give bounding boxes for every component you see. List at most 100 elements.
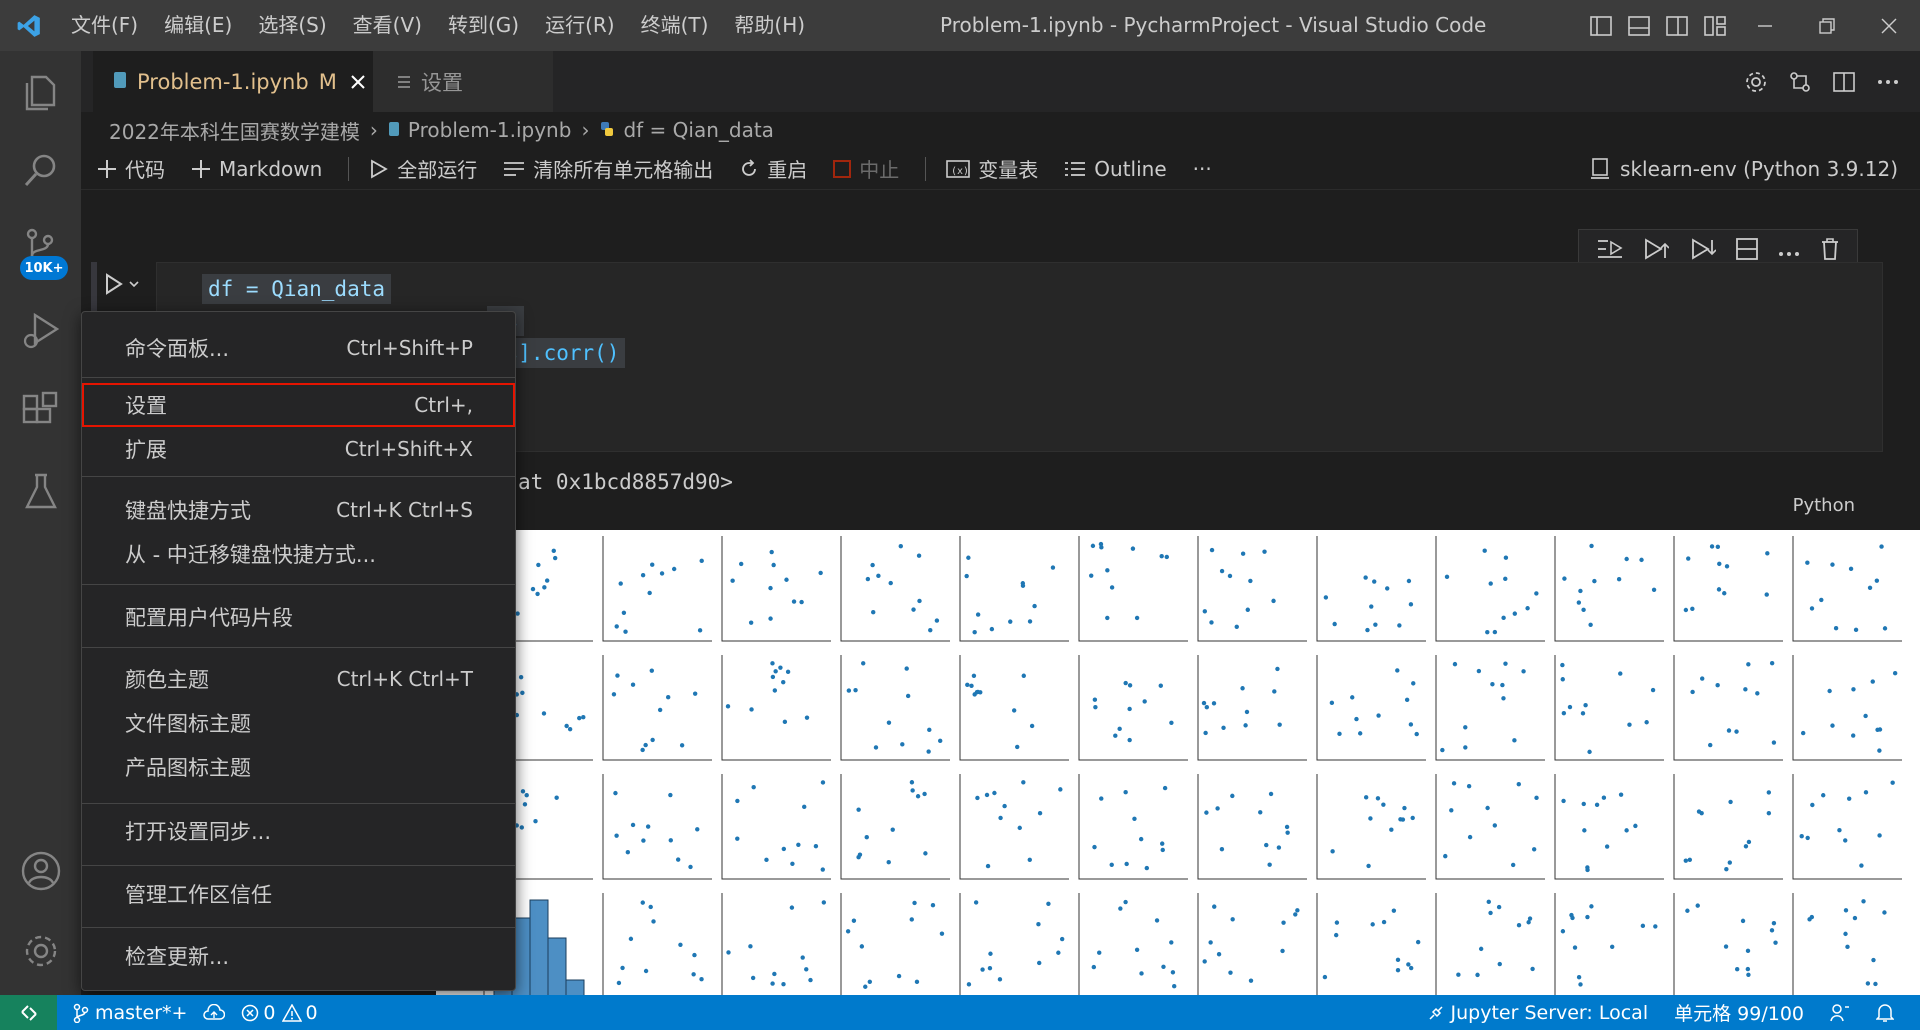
menu-item-command-palette[interactable]: 命令面板... Ctrl+Shift+P: [82, 326, 515, 370]
scatter-point: [1686, 556, 1691, 561]
search-icon[interactable]: [0, 136, 81, 206]
clear-outputs-button[interactable]: 清除所有单元格输出: [503, 154, 713, 183]
scatter-point: [772, 971, 777, 977]
close-window-icon[interactable]: [1858, 0, 1920, 51]
scatter-point: [1892, 671, 1898, 676]
add-markdown-cell-button[interactable]: Markdown: [191, 157, 322, 181]
accounts-icon[interactable]: [0, 836, 81, 906]
remote-indicator-icon[interactable]: [0, 995, 57, 1030]
testing-icon[interactable]: [0, 456, 81, 526]
scatter-point: [769, 549, 774, 555]
scatter-point: [857, 852, 863, 857]
run-below-icon[interactable]: [1690, 237, 1717, 265]
scatter-point: [1333, 932, 1339, 938]
menu-terminal[interactable]: 终端(T): [628, 0, 722, 51]
problems-status[interactable]: 0 0: [241, 1002, 318, 1024]
tab-problem-1[interactable]: Problem-1.ipynb M: [93, 51, 373, 112]
run-cell-button[interactable]: [97, 262, 147, 306]
split-cell-icon[interactable]: [1736, 237, 1759, 265]
close-tab-icon[interactable]: [351, 70, 365, 94]
menu-item-settings-sync[interactable]: 打开设置同步...: [82, 809, 515, 853]
scatter-point: [1258, 810, 1263, 815]
cell-more-icon[interactable]: [1778, 241, 1800, 262]
scatter-point: [1589, 543, 1594, 549]
git-branch-status[interactable]: master*+: [73, 1002, 187, 1024]
scatter-point: [695, 827, 700, 832]
breadcrumb-symbol[interactable]: df = Qian_data: [623, 118, 774, 142]
pairplot-panel: [1554, 536, 1664, 642]
chevron-right-icon: ›: [581, 118, 590, 142]
kernel-picker[interactable]: sklearn-env (Python 3.9.12): [1590, 148, 1898, 190]
cell-language-label[interactable]: Python: [1793, 495, 1855, 516]
menu-selection[interactable]: 选择(S): [245, 0, 339, 51]
run-debug-icon[interactable]: [0, 296, 81, 366]
menu-item-color-theme[interactable]: 颜色主题 Ctrl+K Ctrl+T: [82, 657, 515, 701]
scatter-point: [1208, 940, 1213, 945]
customize-layout-icon[interactable]: [1696, 0, 1734, 51]
explorer-icon[interactable]: [0, 56, 81, 126]
settings-gear-icon[interactable]: [1734, 71, 1778, 93]
toggle-secondary-sidebar-icon[interactable]: [1658, 0, 1696, 51]
menu-item-file-icon-theme[interactable]: 文件图标主题: [82, 701, 515, 745]
menu-item-check-updates[interactable]: 检查更新...: [82, 934, 515, 978]
menu-item-user-snippets[interactable]: 配置用户代码片段: [82, 595, 515, 639]
scatter-point: [1651, 587, 1657, 592]
menu-item-keyboard-shortcuts[interactable]: 键盘快捷方式 Ctrl+K Ctrl+S: [82, 488, 515, 532]
menu-help[interactable]: 帮助(H): [721, 0, 818, 51]
menu-item-workspace-trust[interactable]: 管理工作区信任: [82, 872, 515, 916]
cell-position-status[interactable]: 单元格 99/100: [1674, 999, 1804, 1026]
scatter-point: [911, 607, 916, 612]
jupyter-server-status[interactable]: Jupyter Server: Local: [1427, 1002, 1648, 1024]
breadcrumb-file[interactable]: Problem-1.ipynb: [408, 118, 572, 142]
split-editor-icon[interactable]: [1822, 71, 1866, 92]
menu-go[interactable]: 转到(G): [435, 0, 532, 51]
menu-item-extensions[interactable]: 扩展 Ctrl+Shift+X: [82, 427, 515, 471]
scatter-point: [870, 562, 875, 568]
more-actions-icon[interactable]: [1866, 79, 1910, 85]
pairplot-panel: [959, 893, 1065, 995]
run-by-line-icon[interactable]: [1597, 238, 1623, 265]
scatter-point: [845, 929, 851, 934]
menu-file[interactable]: 文件(F): [58, 0, 151, 51]
minimize-icon[interactable]: [1734, 0, 1796, 51]
menu-run[interactable]: 运行(R): [532, 0, 628, 51]
tab-settings[interactable]: 设置: [373, 51, 553, 112]
scatter-point: [1169, 720, 1174, 726]
scatter-point: [1090, 543, 1096, 549]
scatter-point: [1810, 802, 1815, 808]
menu-view[interactable]: 查看(V): [340, 0, 435, 51]
menu-separator: [82, 377, 515, 378]
scatter-point: [1578, 588, 1583, 594]
toggle-panel-icon[interactable]: [1620, 0, 1658, 51]
menu-edit[interactable]: 编辑(E): [151, 0, 245, 51]
notifications-bell-icon[interactable]: [1876, 1003, 1894, 1023]
more-toolbar-button[interactable]: ···: [1193, 157, 1212, 181]
extensions-icon[interactable]: [0, 376, 81, 446]
restart-button[interactable]: 重启: [739, 154, 807, 183]
scatter-point: [520, 690, 525, 696]
scatter-point: [614, 833, 619, 838]
menu-item-label: 设置: [125, 394, 167, 418]
run-all-button[interactable]: 全部运行: [369, 154, 477, 183]
menu-item-migrate-shortcuts[interactable]: 从 - 中迁移键盘快捷方式...: [82, 532, 515, 576]
open-changes-icon[interactable]: [1778, 71, 1822, 93]
restart-icon: [742, 158, 757, 176]
toggle-sidebar-icon[interactable]: [1582, 0, 1620, 51]
run-above-icon[interactable]: [1643, 237, 1671, 265]
menu-item-product-icon-theme[interactable]: 产品图标主题: [82, 745, 515, 789]
variables-button[interactable]: (x) 变量表: [946, 154, 1038, 183]
feedback-icon[interactable]: [1830, 1003, 1850, 1023]
manage-gear-icon[interactable]: [0, 916, 81, 986]
delete-cell-icon[interactable]: [1821, 237, 1839, 265]
scatter-point: [1771, 920, 1777, 926]
add-code-cell-button[interactable]: 代码: [97, 154, 165, 183]
outline-button[interactable]: Outline: [1064, 157, 1167, 181]
pairplot-panel: [1792, 536, 1902, 642]
interrupt-button[interactable]: 中止: [833, 154, 899, 183]
code-line-1[interactable]: df = Qian_data: [202, 274, 392, 304]
breadcrumb-folder[interactable]: 2022年本科生国赛数学建模: [109, 116, 360, 145]
sync-status[interactable]: [203, 1003, 226, 1022]
menu-item-settings[interactable]: 设置 Ctrl+,: [82, 383, 515, 427]
scatter-point: [1050, 565, 1056, 570]
restore-icon[interactable]: [1796, 0, 1858, 51]
